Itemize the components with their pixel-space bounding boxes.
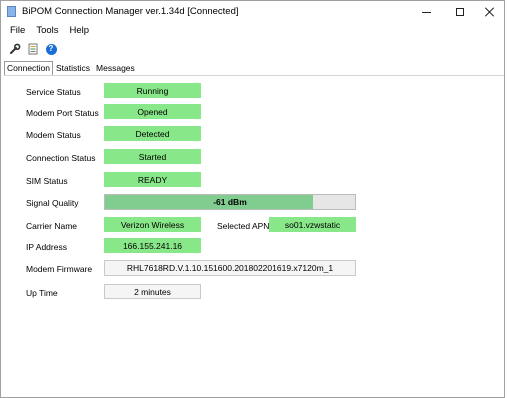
document-icon[interactable] bbox=[27, 43, 39, 55]
modem-firmware-value: RHL7618RD.V.1.10.151600.201802201619.x71… bbox=[104, 260, 356, 276]
tab-statistics[interactable]: Statistics bbox=[53, 62, 93, 75]
service-status-label: Service Status bbox=[26, 87, 81, 97]
close-icon bbox=[485, 7, 495, 17]
toolbar: ? bbox=[9, 42, 57, 56]
tab-connection[interactable]: Connection bbox=[4, 61, 54, 75]
modem-port-status-label: Modem Port Status bbox=[26, 108, 99, 118]
selected-apn-value: so01.vzwstatic bbox=[269, 217, 356, 232]
modem-status-label: Modem Status bbox=[26, 130, 81, 140]
signal-quality-value: -61 dBm bbox=[213, 197, 247, 207]
title-bar[interactable]: BiPOM Connection Manager ver.1.34d [Conn… bbox=[1, 1, 504, 23]
ip-address-value: 166.155.241.16 bbox=[104, 238, 201, 253]
menu-bar: File Tools Help bbox=[1, 25, 89, 39]
modem-port-status-value: Opened bbox=[104, 104, 201, 119]
minimize-button[interactable] bbox=[413, 3, 439, 21]
carrier-name-value: Verizon Wireless bbox=[104, 217, 201, 232]
connection-status-label: Connection Status bbox=[26, 153, 96, 163]
app-icon bbox=[7, 6, 16, 17]
modem-firmware-label: Modem Firmware bbox=[26, 264, 93, 274]
connection-status-value: Started bbox=[104, 149, 201, 164]
maximize-icon bbox=[456, 8, 464, 16]
tab-messages[interactable]: Messages bbox=[93, 62, 138, 75]
signal-quality-label: Signal Quality bbox=[26, 198, 79, 208]
wrench-icon[interactable] bbox=[9, 43, 21, 55]
up-time-label: Up Time bbox=[26, 288, 58, 298]
maximize-button[interactable] bbox=[447, 3, 473, 21]
help-glyph: ? bbox=[45, 43, 57, 55]
tab-strip: Connection Statistics Messages bbox=[4, 61, 138, 75]
close-button[interactable] bbox=[477, 3, 503, 21]
sim-status-label: SIM Status bbox=[26, 176, 68, 186]
minimize-icon bbox=[421, 11, 431, 13]
up-time-value: 2 minutes bbox=[104, 284, 201, 299]
ip-address-label: IP Address bbox=[26, 242, 67, 252]
sim-status-value: READY bbox=[104, 172, 201, 187]
tab-divider bbox=[4, 75, 504, 76]
menu-tools[interactable]: Tools bbox=[36, 25, 58, 39]
menu-file[interactable]: File bbox=[10, 25, 25, 39]
window-title: BiPOM Connection Manager ver.1.34d [Conn… bbox=[22, 6, 239, 17]
app-window: BiPOM Connection Manager ver.1.34d [Conn… bbox=[0, 0, 505, 398]
selected-apn-label: Selected APN bbox=[217, 221, 270, 231]
menu-help[interactable]: Help bbox=[70, 25, 90, 39]
carrier-name-label: Carrier Name bbox=[26, 221, 78, 231]
signal-quality-bar: -61 dBm bbox=[104, 194, 356, 210]
modem-status-value: Detected bbox=[104, 126, 201, 141]
help-icon[interactable]: ? bbox=[45, 43, 57, 55]
service-status-value: Running bbox=[104, 83, 201, 98]
